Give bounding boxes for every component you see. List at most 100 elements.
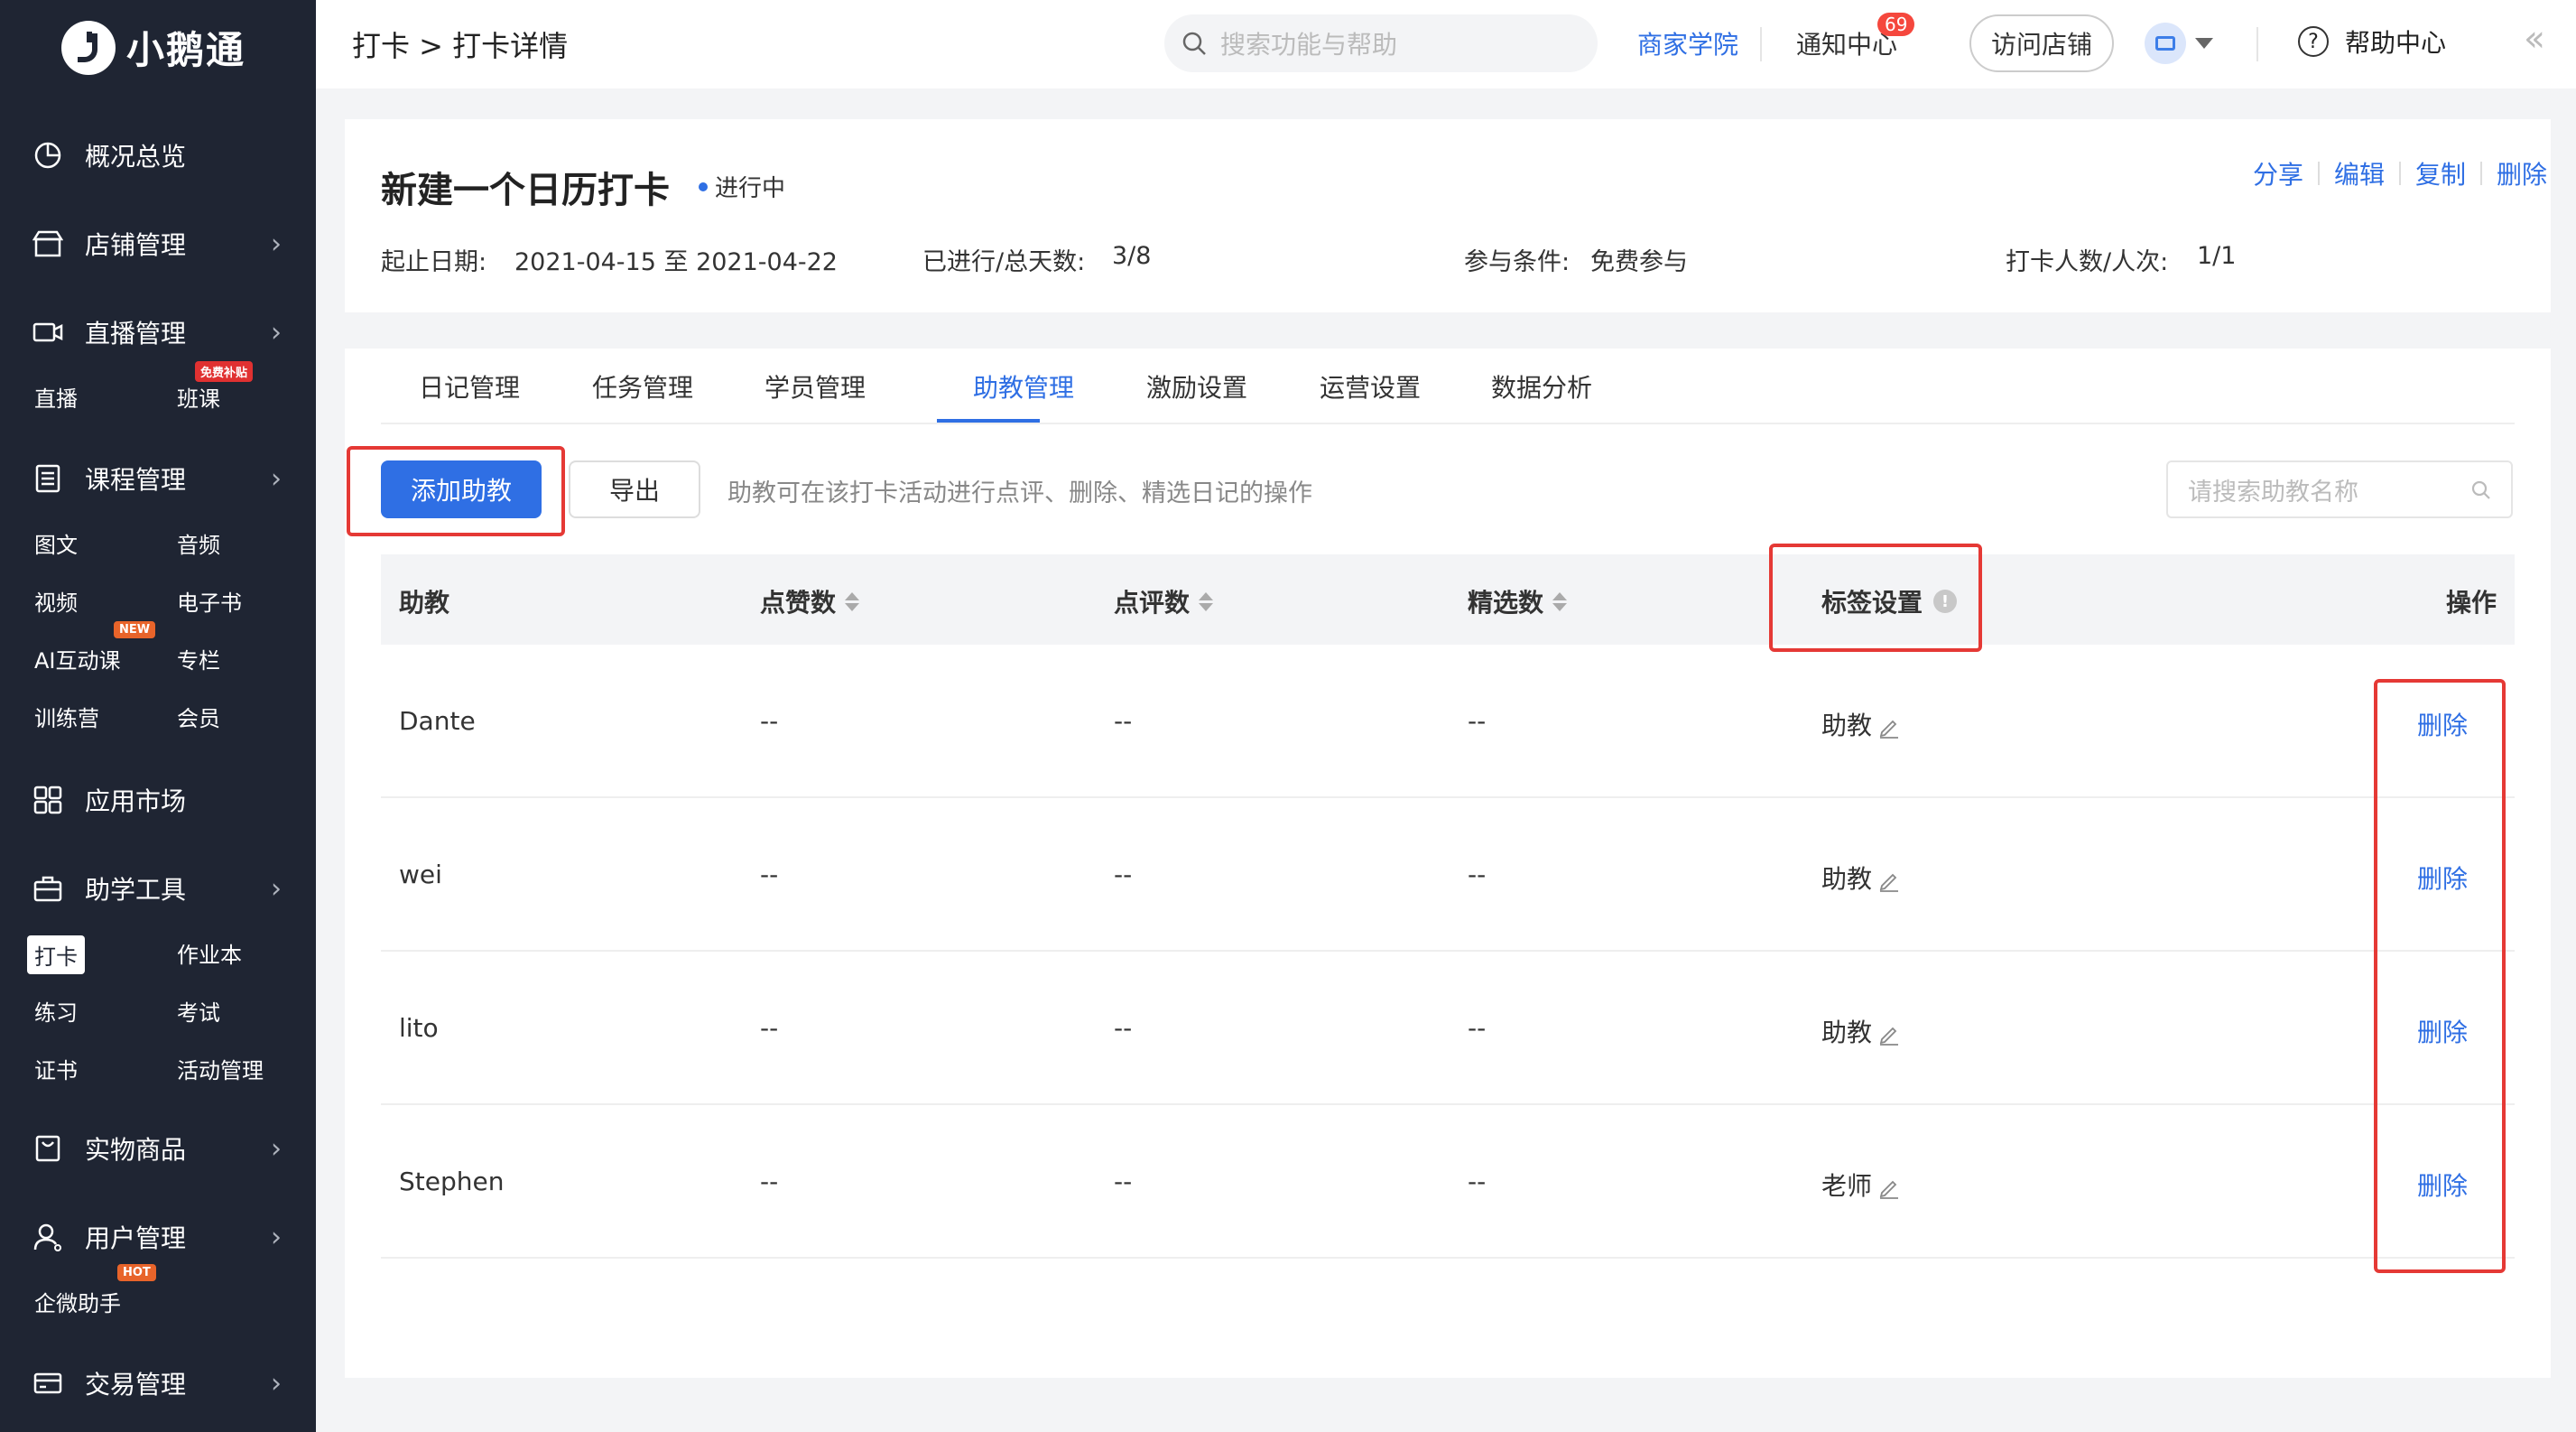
brand-logo[interactable]: 小鹅通: [61, 20, 246, 75]
divider: [2317, 162, 2320, 185]
picks-value: --: [1468, 1013, 1487, 1043]
store-icon: [2145, 23, 2186, 64]
progress-value: 3/8: [1112, 242, 1152, 270]
likes-value: --: [760, 860, 779, 889]
sort-icon[interactable]: [845, 591, 860, 611]
shopping-bag-icon: [32, 1133, 63, 1164]
sidebar-sub-certificate[interactable]: 证书: [34, 1053, 78, 1084]
sidebar-item-label: 助学工具: [85, 875, 187, 905]
store-switcher[interactable]: [2145, 18, 2213, 69]
assistant-name: wei: [399, 860, 442, 889]
sidebar-sub-ebook[interactable]: 电子书: [177, 585, 242, 617]
help-center-link[interactable]: ? 帮助中心: [2298, 23, 2446, 60]
divider: [1760, 27, 1762, 61]
sidebar-sub-column[interactable]: 专栏: [177, 643, 220, 674]
global-search[interactable]: 搜索功能与帮助: [1164, 14, 1598, 72]
sidebar-item-users[interactable]: 用户管理 ›: [32, 1219, 282, 1255]
brand-name: 小鹅通: [126, 28, 246, 72]
sidebar-sub-activity[interactable]: 活动管理: [177, 1053, 264, 1084]
tag-value[interactable]: 助教: [1821, 860, 1901, 896]
checkin-info-card: 新建一个日历打卡 进行中 分享 编辑 复制 删除 起止日期: 2021-04-1…: [345, 119, 2551, 312]
chevron-right-icon: ›: [271, 872, 282, 905]
picks-value: --: [1468, 860, 1487, 889]
edit-pencil-icon[interactable]: [1877, 715, 1901, 739]
sidebar-sub-video[interactable]: 视频: [34, 585, 78, 617]
sidebar-sub-audio[interactable]: 音频: [177, 527, 220, 559]
highlight-box: [347, 446, 565, 536]
delete-link[interactable]: 删除: [2497, 155, 2547, 191]
likes-value: --: [760, 706, 779, 736]
sidebar-sub-live[interactable]: 直播: [34, 381, 78, 413]
condition-label: 参与条件:: [1464, 248, 1571, 276]
sort-icon[interactable]: [1199, 591, 1214, 611]
edit-pencil-icon[interactable]: [1877, 1176, 1901, 1199]
sidebar-sub-member[interactable]: 会员: [177, 701, 220, 732]
share-link[interactable]: 分享: [2253, 155, 2303, 191]
tag-value[interactable]: 老师: [1821, 1167, 1901, 1203]
grid-apps-icon: [32, 785, 63, 815]
chevron-right-icon: ›: [271, 228, 282, 260]
sidebar-item-course[interactable]: 课程管理 ›: [32, 460, 282, 497]
tab-operations[interactable]: 运营设置: [1320, 368, 1421, 404]
sort-icon[interactable]: [1552, 591, 1568, 611]
sidebar-sub-ai-course[interactable]: AI互动课: [34, 643, 121, 674]
sidebar-item-shop[interactable]: 店铺管理 ›: [32, 226, 282, 262]
sidebar-sub-checkin[interactable]: 打卡: [27, 935, 85, 974]
assistant-name: Dante: [399, 706, 476, 736]
tab-assistants[interactable]: 助教管理: [973, 368, 1074, 404]
edit-link[interactable]: 编辑: [2334, 155, 2385, 191]
tab-diary[interactable]: 日记管理: [419, 368, 520, 404]
sidebar-sub-graphic[interactable]: 图文: [34, 527, 78, 559]
tab-tasks[interactable]: 任务管理: [592, 368, 693, 404]
sidebar-item-trade[interactable]: 交易管理 ›: [32, 1365, 282, 1401]
divider: [2398, 162, 2401, 185]
sidebar-sub-class[interactable]: 班课: [177, 381, 220, 413]
sidebar-item-appmarket[interactable]: 应用市场: [32, 782, 276, 818]
copy-link[interactable]: 复制: [2415, 155, 2466, 191]
sidebar-item-label: 应用市场: [85, 786, 187, 816]
question-icon: ?: [2298, 26, 2329, 57]
col-likes[interactable]: 点赞数: [760, 583, 860, 619]
sidebar-item-label: 店铺管理: [85, 230, 187, 260]
sidebar-sub-exam[interactable]: 考试: [177, 995, 220, 1027]
likes-value: --: [760, 1167, 779, 1196]
sidebar-item-live[interactable]: 直播管理 ›: [32, 314, 282, 350]
tag-value[interactable]: 助教: [1821, 1013, 1901, 1049]
sidebar-item-tools[interactable]: 助学工具 ›: [32, 870, 282, 907]
tag-value[interactable]: 助教: [1821, 706, 1901, 742]
video-camera-icon: [32, 317, 63, 348]
tab-incentive[interactable]: 激励设置: [1146, 368, 1247, 404]
comments-value: --: [1114, 1013, 1133, 1043]
sidebar-sub-homework[interactable]: 作业本: [177, 937, 242, 969]
edit-pencil-icon[interactable]: [1877, 1022, 1901, 1046]
sidebar-item-overview[interactable]: 概况总览: [32, 137, 276, 173]
breadcrumb[interactable]: 打卡 > 打卡详情: [352, 23, 568, 65]
user-icon: [32, 1222, 63, 1252]
col-actions: 操作: [2446, 588, 2497, 618]
tab-analytics[interactable]: 数据分析: [1491, 368, 1592, 404]
edit-pencil-icon[interactable]: [1877, 869, 1901, 892]
table-row: wei -- -- -- 助教 删除: [381, 798, 2515, 952]
sidebar-sub-camp[interactable]: 训练营: [34, 701, 99, 732]
export-button[interactable]: 导出: [569, 460, 700, 518]
status-badge: 进行中: [699, 170, 785, 203]
col-comments[interactable]: 点评数: [1114, 583, 1214, 619]
merchant-academy-link[interactable]: 商家学院: [1637, 25, 1738, 61]
visit-store-button[interactable]: 访问店铺: [1969, 14, 2114, 72]
col-picks[interactable]: 精选数: [1468, 583, 1568, 619]
likes-value: --: [760, 1013, 779, 1043]
search-icon: [1182, 32, 1206, 55]
picks-value: --: [1468, 1167, 1487, 1196]
search-placeholder: 请搜索助教名称: [2188, 478, 2358, 507]
sidebar: 小鹅通 概况总览 店铺管理 › 直播管理 › 直播 班课 免费补贴 课程管理 ›…: [0, 0, 316, 1432]
sidebar-sub-wecom[interactable]: 企微助手: [34, 1286, 121, 1317]
picks-value: --: [1468, 706, 1487, 736]
collapse-icon[interactable]: ‹‹: [2524, 18, 2545, 60]
sidebar-item-label: 用户管理: [85, 1223, 187, 1253]
sidebar-sub-practice[interactable]: 练习: [34, 995, 78, 1027]
sidebar-item-goods[interactable]: 实物商品 ›: [32, 1130, 282, 1167]
divider: [2479, 162, 2482, 185]
count-label: 打卡人数/人次:: [2006, 248, 2169, 276]
tab-students[interactable]: 学员管理: [764, 368, 866, 404]
assistant-search-input[interactable]: 请搜索助教名称: [2166, 460, 2513, 518]
